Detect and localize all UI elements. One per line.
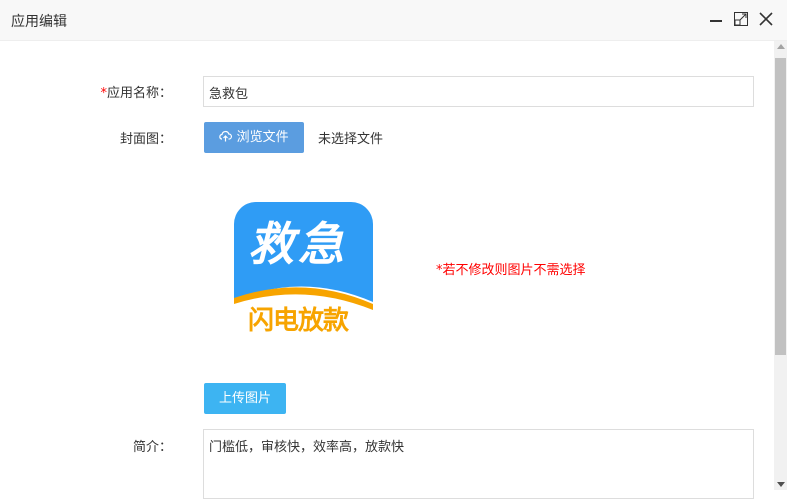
app-name-label-text: 应用名称： <box>106 86 172 101</box>
intro-textarea[interactable]: 门槛低，审核快，效率高，放款快 <box>203 429 754 499</box>
scroll-down-icon[interactable] <box>777 482 785 487</box>
scrollbar[interactable] <box>774 41 787 490</box>
intro-label: 简介： <box>132 440 172 455</box>
app-name-label: *应用名称： <box>100 82 172 101</box>
dialog-title: 应用编辑 <box>11 14 67 30</box>
no-file-text: 未选择文件 <box>318 132 384 147</box>
dialog-titlebar: 应用编辑 <box>0 0 787 41</box>
cover-image: 救急 闪电放款 <box>234 202 374 336</box>
app-name-input[interactable]: 急救包 <box>203 76 754 107</box>
cover-label: 封面图： <box>119 132 172 147</box>
minimize-icon[interactable] <box>707 10 725 28</box>
browse-label: 浏览文件 <box>236 130 289 145</box>
close-icon[interactable] <box>757 10 775 28</box>
browse-file-button[interactable]: 浏览文件 <box>204 122 304 153</box>
scrollbar-thumb[interactable] <box>775 58 786 355</box>
logo-main-text: 救急 <box>248 217 348 271</box>
maximize-icon[interactable] <box>732 10 750 28</box>
cloud-upload-icon <box>219 130 233 142</box>
scroll-up-icon[interactable] <box>777 44 785 49</box>
image-hint: *若不修改则图片不需选择 <box>436 263 586 278</box>
upload-image-button[interactable]: 上传图片 <box>204 383 286 414</box>
logo-sub-text: 闪电放款 <box>248 306 349 336</box>
